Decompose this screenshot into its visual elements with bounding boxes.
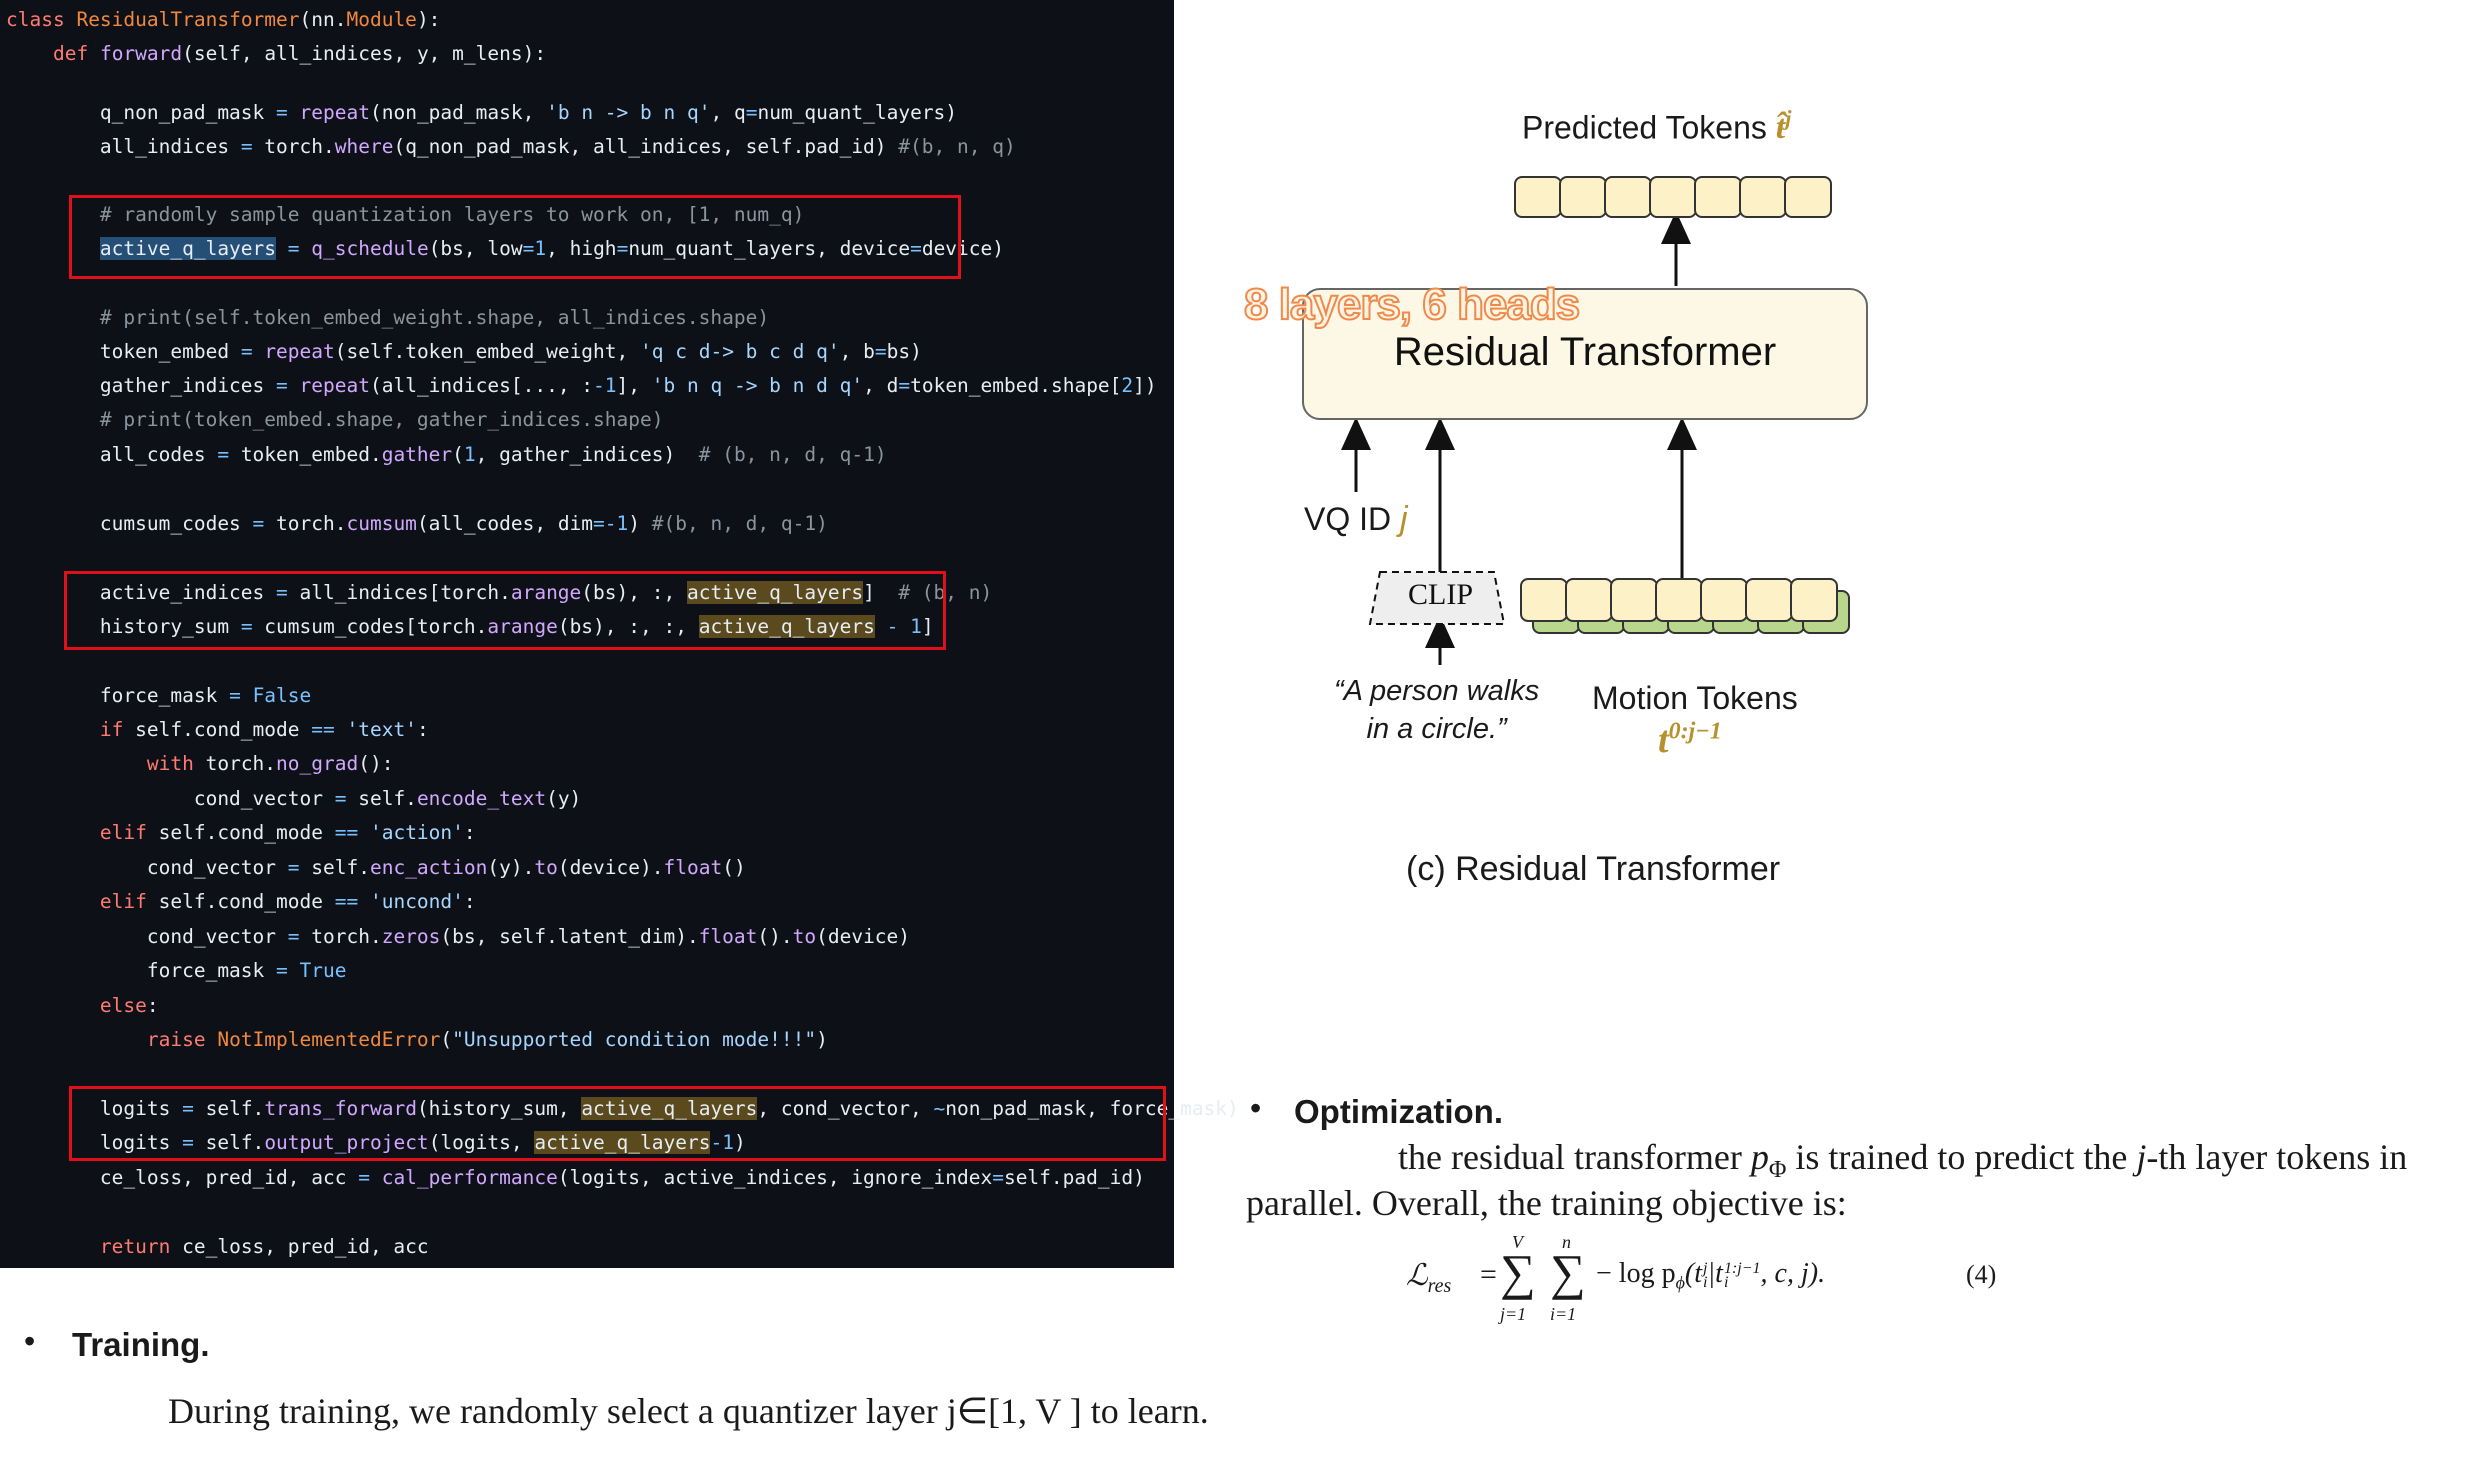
eq-sum1-sigma: ∑	[1500, 1244, 1536, 1300]
code-line: if self.cond_mode == 'text':	[99, 718, 429, 741]
code-line: else:	[99, 994, 159, 1017]
predicted-tokens-symbol: t̂j	[1775, 106, 1792, 147]
training-objective-equation: ℒres = V ∑ j=1 n ∑ i=1 − log pϕ(t j i |t 1:j…	[1400, 1232, 2020, 1332]
code-line: elif self.cond_mode == 'uncond':	[99, 890, 476, 913]
text-prompt-line1: “A person walks	[1334, 675, 1540, 707]
eq-body: − log pϕ(t j i |t 1:j−1 i, c, j).	[1596, 1258, 1825, 1294]
code-line: cond_vector = self.enc_action(y).to(devi…	[6, 856, 746, 879]
code-line: elif self.cond_mode == 'action':	[99, 821, 476, 844]
vq-id-text: VQ ID	[1304, 501, 1392, 537]
residual-transformer-diagram: Predicted Tokens t̂j Residual Transforme…	[1174, 0, 2486, 1000]
code-line: gather_indices = repeat(all_indices[...,…	[6, 374, 1157, 397]
eq-number: (4)	[1966, 1260, 1997, 1289]
highlight-box-q-schedule	[69, 195, 961, 279]
token	[1610, 578, 1658, 622]
training-bullet: •	[24, 1323, 36, 1359]
code-line: token_embed = repeat(self.token_embed_we…	[6, 340, 922, 363]
code-line: all_codes = token_embed.gather(1, gather…	[6, 443, 887, 466]
code-line: force_mask = True	[6, 959, 347, 982]
opt-p: p	[1750, 1137, 1769, 1177]
code-line: force_mask = False	[6, 684, 312, 707]
predicted-tokens-text: Predicted Tokens	[1522, 109, 1767, 146]
opt-p-sub: Φ	[1768, 1157, 1787, 1184]
text-prompt: “A person walks in a circle.”	[1334, 672, 1539, 748]
opt-text-c: -th layer tokens in	[2146, 1137, 2408, 1177]
token	[1745, 578, 1793, 622]
eq-args-a: (t	[1684, 1258, 1703, 1289]
code-line: q_non_pad_mask = repeat(non_pad_mask, 'b…	[6, 101, 958, 124]
optimization-line2: parallel. Overall, the training objectiv…	[1246, 1183, 1847, 1223]
token	[1655, 578, 1703, 622]
clip-label: CLIP	[1408, 578, 1474, 611]
eq-phi-sub: ϕ	[1675, 1272, 1685, 1293]
motion-tokens-symbol: t0:j−1	[1658, 718, 1722, 762]
training-body: During training, we randomly select a qu…	[168, 1391, 1209, 1431]
motion-symbol-t: t	[1658, 719, 1669, 761]
eq-sup2: 1:j−1	[1723, 1259, 1761, 1277]
code-line: cond_vector = torch.zeros(bs, self.laten…	[6, 925, 911, 948]
token	[1790, 578, 1838, 622]
eq-args-c: , c, j).	[1760, 1258, 1826, 1289]
optimization-heading: Optimization.	[1294, 1093, 1503, 1130]
code-line: def forward(self, all_indices, y, m_lens…	[52, 42, 547, 65]
token	[1604, 176, 1652, 218]
token	[1520, 578, 1568, 622]
eq-args-b: |t	[1707, 1258, 1723, 1289]
opt-text-a: the residual transformer	[1398, 1137, 1751, 1177]
token	[1559, 176, 1607, 218]
token	[1700, 578, 1748, 622]
token	[1739, 176, 1787, 218]
token	[1565, 578, 1613, 622]
training-heading: Training.	[72, 1326, 210, 1363]
optimization-line1: the residual transformer pΦ is trained t…	[1398, 1136, 2407, 1184]
code-line: all_indices = torch.where(q_non_pad_mask…	[6, 135, 1016, 158]
eq-sum1-bot: j=1	[1500, 1304, 1527, 1324]
vq-id-symbol: j	[1400, 500, 1408, 538]
optimization-bullet: •	[1250, 1090, 1262, 1126]
eq-lhs-symbol: ℒ	[1406, 1259, 1428, 1292]
code-line: class ResidualTransformer(nn.Module):	[6, 8, 441, 31]
figure-caption: (c) Residual Transformer	[1406, 850, 1781, 888]
token	[1694, 176, 1742, 218]
eq-lhs-sub: res	[1427, 1275, 1452, 1297]
motion-symbol-sup: 0:j−1	[1668, 718, 1722, 745]
eq-lhs: ℒres	[1406, 1258, 1451, 1298]
code-line: raise NotImplementedError("Unsupported c…	[146, 1028, 828, 1051]
text-prompt-line2: in a circle.”	[1366, 713, 1507, 745]
eq-sum2-sigma: ∑	[1550, 1244, 1586, 1300]
motion-tokens-label: Motion Tokens	[1592, 680, 1798, 716]
code-line: # print(token_embed.shape, gather_indice…	[99, 408, 664, 431]
token	[1514, 176, 1562, 218]
highlight-box-active-indices	[64, 571, 946, 650]
highlight-box-logits	[69, 1086, 1166, 1161]
code-screenshot: class ResidualTransformer(nn.Module): de…	[0, 0, 1239, 1268]
eq-equals: =	[1480, 1258, 1497, 1291]
code-line: cond_vector = self.encode_text(y)	[6, 787, 582, 810]
token	[1784, 176, 1832, 218]
predicted-symbol-t: t̂	[1775, 109, 1786, 147]
code-line: # print(self.token_embed_weight.shape, a…	[99, 306, 770, 329]
opt-j: j	[2136, 1137, 2147, 1177]
token	[1649, 176, 1697, 218]
vq-id-label: VQ ID j	[1304, 500, 1408, 539]
code-line: with torch.no_grad():	[146, 752, 394, 775]
block-label: Residual Transformer	[1393, 330, 1777, 374]
code-line: cumsum_codes = torch.cumsum(all_codes, d…	[6, 512, 828, 535]
predicted-tokens-label: Predicted Tokens t̂j	[1522, 106, 1791, 147]
code-line: return ce_loss, pred_id, acc	[99, 1235, 429, 1258]
predicted-symbol-sup: j	[1785, 106, 1792, 131]
layers-heads-annotation: 8 layers, 6 heads	[1243, 279, 1581, 330]
eq-log-p: − log p	[1596, 1258, 1676, 1289]
eq-sub2: i	[1723, 1273, 1729, 1291]
code-line: ce_loss, pred_id, acc = cal_performance(…	[6, 1166, 1145, 1189]
opt-text-b: is trained to predict the	[1786, 1137, 2137, 1177]
eq-sum2-bot: i=1	[1550, 1304, 1577, 1324]
